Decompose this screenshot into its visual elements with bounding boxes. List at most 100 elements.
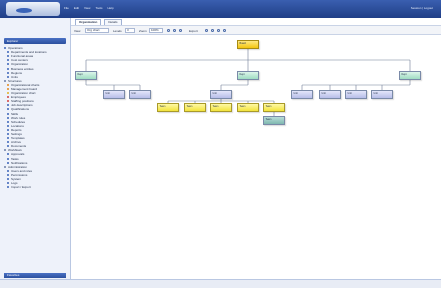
zoom-in-icon[interactable] xyxy=(167,28,170,32)
org-node-level1[interactable]: Dept xyxy=(237,71,259,80)
org-node-level4-title: Team xyxy=(265,118,272,121)
main-panel: Organization Details View Org chart Leve… xyxy=(71,18,441,288)
menu-item-tools[interactable]: Tools xyxy=(95,6,102,10)
print-icon[interactable] xyxy=(205,28,208,32)
sidebar-tree: Operations Departments and locations Funct… xyxy=(0,46,70,189)
folder-icon xyxy=(7,128,9,131)
org-node-level3-title: Team xyxy=(212,105,219,108)
org-node-level2[interactable]: Unit xyxy=(371,90,393,99)
org-node-level2-title: Unit xyxy=(105,92,110,95)
user-info[interactable]: Session | Logout xyxy=(411,6,433,10)
org-node-root-title: Board xyxy=(239,42,246,45)
org-node-level3-title: Team xyxy=(186,105,193,108)
sidebar-item-label: Import / Export xyxy=(11,185,31,190)
folder-icon xyxy=(7,120,9,123)
org-node-level1-title: Dept xyxy=(77,73,83,76)
app-header: File Edit View Tools Help Session | Logo… xyxy=(0,0,441,18)
org-node-level3-title: Team xyxy=(265,105,272,108)
folder-icon xyxy=(7,67,9,70)
folder-icon xyxy=(7,137,9,140)
org-node-level2-title: Unit xyxy=(373,92,378,95)
app-logo[interactable] xyxy=(6,2,60,16)
org-node-level3-title: Team xyxy=(239,105,246,108)
folder-icon xyxy=(7,83,9,86)
org-node-level2-title: Unit xyxy=(347,92,352,95)
folder-icon xyxy=(7,157,9,160)
sidebar: Explorer Operations Departments and locat… xyxy=(0,18,71,288)
folder-icon xyxy=(7,186,9,189)
folder-icon xyxy=(7,112,9,115)
org-node-level2-title: Unit xyxy=(293,92,298,95)
org-node-level2-title: Unit xyxy=(212,92,217,95)
org-node-level1-title: Dept xyxy=(239,73,245,76)
folder-icon xyxy=(7,87,9,90)
view-label: View xyxy=(74,28,81,33)
settings-icon[interactable] xyxy=(223,28,226,32)
org-node-level4[interactable]: Team xyxy=(263,116,285,125)
folder-icon xyxy=(7,55,9,58)
menu-item-file[interactable]: File xyxy=(64,6,69,10)
save-icon[interactable] xyxy=(211,28,214,32)
zoom-out-icon[interactable] xyxy=(173,28,176,32)
menu-item-help[interactable]: Help xyxy=(107,6,113,10)
menu-item-view[interactable]: View xyxy=(84,6,90,10)
zoom-label: Zoom xyxy=(139,28,147,33)
top-menu: File Edit View Tools Help xyxy=(64,6,114,10)
levels-select[interactable]: 3 xyxy=(125,27,135,33)
org-node-root[interactable]: Board xyxy=(237,40,259,49)
folder-icon xyxy=(7,124,9,127)
org-node-level3-title: Team xyxy=(159,105,166,108)
folder-icon xyxy=(4,149,6,152)
folder-icon xyxy=(7,178,9,181)
view-select[interactable]: Org chart xyxy=(85,27,109,33)
folder-icon xyxy=(7,51,9,54)
refresh-icon[interactable] xyxy=(217,28,220,32)
export-label[interactable]: Export xyxy=(189,29,198,33)
org-node-level3[interactable]: Team xyxy=(237,103,259,112)
fit-icon[interactable] xyxy=(179,28,182,32)
favorites-header[interactable]: Favorites xyxy=(4,273,66,278)
org-node-level2[interactable]: Unit xyxy=(345,90,367,99)
org-chart-canvas: Board Dept Dept Dept Unit Unit Unit Unit Unit Uni… xyxy=(71,34,441,288)
folder-icon xyxy=(4,47,6,50)
menu-item-edit[interactable]: Edit xyxy=(74,6,79,10)
org-node-level2[interactable]: Unit xyxy=(319,90,341,99)
folder-icon xyxy=(7,173,9,176)
sidebar-item[interactable]: Import / Export xyxy=(0,185,70,189)
folder-icon xyxy=(7,141,9,144)
folder-icon xyxy=(4,165,6,168)
status-bar xyxy=(0,279,441,288)
org-node-level2[interactable]: Unit xyxy=(291,90,313,99)
logo-swoosh-icon xyxy=(16,8,32,13)
org-node-level3[interactable]: Team xyxy=(184,103,206,112)
org-node-level2-title: Unit xyxy=(321,92,326,95)
folder-icon xyxy=(4,79,6,82)
folder-icon xyxy=(7,116,9,119)
folder-icon xyxy=(7,100,9,103)
folder-icon xyxy=(7,104,9,107)
org-node-level3[interactable]: Team xyxy=(157,103,179,112)
folder-icon xyxy=(7,92,9,95)
folder-icon xyxy=(7,75,9,78)
org-node-level1[interactable]: Dept xyxy=(399,71,421,80)
folder-icon xyxy=(7,108,9,111)
folder-icon xyxy=(7,161,9,164)
zoom-select[interactable]: 100% xyxy=(149,27,163,33)
folder-icon xyxy=(7,63,9,66)
folder-icon xyxy=(7,153,9,156)
org-node-level2[interactable]: Unit xyxy=(103,90,125,99)
folder-icon xyxy=(7,59,9,62)
org-node-level1-title: Dept xyxy=(401,73,407,76)
org-node-level2-title: Unit xyxy=(131,92,136,95)
org-node-level2[interactable]: Unit xyxy=(210,90,232,99)
sidebar-title[interactable]: Explorer xyxy=(4,38,66,44)
folder-icon xyxy=(7,71,9,74)
org-node-level3[interactable]: Team xyxy=(210,103,232,112)
org-node-level1[interactable]: Dept xyxy=(75,71,97,80)
org-node-level2[interactable]: Unit xyxy=(129,90,151,99)
org-node-level3[interactable]: Team xyxy=(263,103,285,112)
levels-label: Levels xyxy=(113,28,122,33)
folder-icon xyxy=(7,145,9,148)
folder-icon xyxy=(7,182,9,185)
folder-icon xyxy=(7,169,9,172)
